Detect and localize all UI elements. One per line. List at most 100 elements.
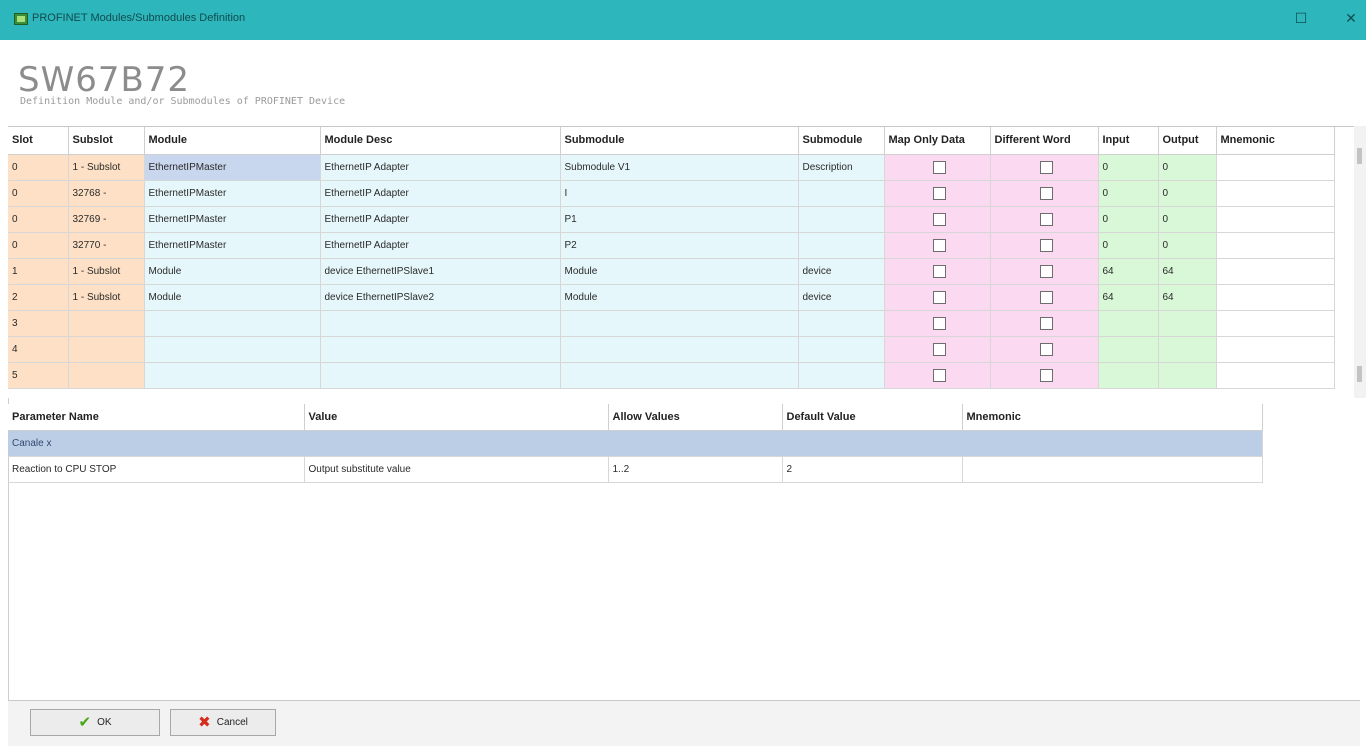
column-header[interactable]: Parameter Name xyxy=(8,404,305,431)
column-header[interactable]: Submodule xyxy=(798,127,885,155)
output-cell[interactable]: 64 xyxy=(1158,284,1217,311)
module-desc-cell[interactable] xyxy=(320,310,561,337)
map-only-data-cell[interactable] xyxy=(884,336,991,363)
parameter-default-cell[interactable]: 2 xyxy=(782,456,963,483)
submodule-cell[interactable]: I xyxy=(560,180,799,207)
different-word-checkbox[interactable] xyxy=(1039,342,1053,356)
different-word-checkbox[interactable] xyxy=(1039,316,1053,330)
subslot-cell[interactable]: 32770 - xyxy=(68,232,145,259)
submodule-desc-cell[interactable] xyxy=(798,310,885,337)
column-header[interactable]: Mnemonic xyxy=(1216,127,1335,155)
subslot-cell[interactable]: 32769 - xyxy=(68,206,145,233)
module-desc-cell[interactable]: EthernetIP Adapter xyxy=(320,180,561,207)
column-header[interactable]: Output xyxy=(1158,127,1217,155)
subslot-cell[interactable]: 32768 - xyxy=(68,180,145,207)
submodule-desc-cell[interactable] xyxy=(798,180,885,207)
module-cell[interactable]: EthernetIPMaster xyxy=(144,232,321,259)
map-only-data-checkbox[interactable] xyxy=(932,290,946,304)
cancel-button[interactable]: ✖ Cancel xyxy=(170,709,276,736)
map-only-data-checkbox[interactable] xyxy=(932,160,946,174)
close-icon[interactable]: ✕ xyxy=(1340,8,1362,30)
mnemonic-cell[interactable] xyxy=(1216,336,1335,363)
different-word-cell[interactable] xyxy=(990,284,1099,311)
different-word-checkbox[interactable] xyxy=(1039,368,1053,382)
column-header[interactable]: Subslot xyxy=(68,127,145,155)
submodule-cell[interactable]: Submodule V1 xyxy=(560,154,799,181)
module-cell[interactable] xyxy=(144,362,321,389)
submodule-cell[interactable] xyxy=(560,336,799,363)
subslot-cell[interactable] xyxy=(68,336,145,363)
slot-cell[interactable]: 1 xyxy=(8,258,69,285)
map-only-data-checkbox[interactable] xyxy=(932,238,946,252)
different-word-checkbox[interactable] xyxy=(1039,186,1053,200)
subslot-cell[interactable] xyxy=(68,310,145,337)
module-cell[interactable]: Module xyxy=(144,258,321,285)
subslot-cell[interactable]: 1 - Subslot xyxy=(68,154,145,181)
column-header[interactable]: Submodule xyxy=(560,127,799,155)
maximize-icon[interactable]: ☐ xyxy=(1290,8,1312,30)
slot-cell[interactable]: 0 xyxy=(8,206,69,233)
map-only-data-cell[interactable] xyxy=(884,284,991,311)
module-cell[interactable]: EthernetIPMaster xyxy=(144,180,321,207)
map-only-data-cell[interactable] xyxy=(884,232,991,259)
module-desc-cell[interactable]: EthernetIP Adapter xyxy=(320,206,561,233)
column-header[interactable]: Module xyxy=(144,127,321,155)
submodule-cell[interactable]: Module xyxy=(560,284,799,311)
mnemonic-cell[interactable] xyxy=(1216,154,1335,181)
parameter-group-label[interactable]: Canale x xyxy=(8,430,1263,457)
mnemonic-cell[interactable] xyxy=(1216,258,1335,285)
map-only-data-cell[interactable] xyxy=(884,310,991,337)
slot-cell[interactable]: 3 xyxy=(8,310,69,337)
submodule-cell[interactable]: P1 xyxy=(560,206,799,233)
output-cell[interactable]: 0 xyxy=(1158,206,1217,233)
column-header[interactable]: Different Word xyxy=(990,127,1099,155)
mnemonic-cell[interactable] xyxy=(1216,310,1335,337)
subslot-cell[interactable] xyxy=(68,362,145,389)
table-row[interactable]: 0 32768 - EthernetIPMaster EthernetIP Ad… xyxy=(8,180,1335,207)
submodule-desc-cell[interactable]: device xyxy=(798,284,885,311)
different-word-cell[interactable] xyxy=(990,310,1099,337)
module-desc-cell[interactable]: EthernetIP Adapter xyxy=(320,232,561,259)
table-row[interactable]: Reaction to CPU STOP Output substitute v… xyxy=(8,456,1263,483)
mnemonic-cell[interactable] xyxy=(1216,284,1335,311)
module-desc-cell[interactable]: device EthernetIPSlave2 xyxy=(320,284,561,311)
parameter-allow-cell[interactable]: 1..2 xyxy=(608,456,783,483)
different-word-cell[interactable] xyxy=(990,206,1099,233)
mnemonic-cell[interactable] xyxy=(1216,206,1335,233)
submodule-desc-cell[interactable] xyxy=(798,362,885,389)
parameter-value-cell[interactable]: Output substitute value xyxy=(304,456,609,483)
table-row[interactable]: 0 1 - Subslot EthernetIPMaster EthernetI… xyxy=(8,154,1335,181)
subslot-cell[interactable]: 1 - Subslot xyxy=(68,284,145,311)
different-word-cell[interactable] xyxy=(990,362,1099,389)
table-row[interactable]: 3 xyxy=(8,310,1335,337)
parameter-group-row[interactable]: Canale x xyxy=(8,430,1263,457)
grid-vertical-scrollbar[interactable] xyxy=(1354,126,1366,398)
map-only-data-checkbox[interactable] xyxy=(932,264,946,278)
different-word-cell[interactable] xyxy=(990,258,1099,285)
map-only-data-cell[interactable] xyxy=(884,258,991,285)
table-row[interactable]: 4 xyxy=(8,336,1335,363)
different-word-checkbox[interactable] xyxy=(1039,290,1053,304)
submodule-cell[interactable]: Module xyxy=(560,258,799,285)
mnemonic-cell[interactable] xyxy=(1216,232,1335,259)
input-cell[interactable] xyxy=(1098,336,1159,363)
submodule-desc-cell[interactable] xyxy=(798,206,885,233)
input-cell[interactable]: 0 xyxy=(1098,206,1159,233)
scrollbar-up-thumb[interactable] xyxy=(1357,148,1362,164)
map-only-data-checkbox[interactable] xyxy=(932,316,946,330)
module-cell[interactable] xyxy=(144,310,321,337)
module-desc-cell[interactable] xyxy=(320,336,561,363)
module-cell[interactable] xyxy=(144,336,321,363)
module-desc-cell[interactable]: EthernetIP Adapter xyxy=(320,154,561,181)
column-header[interactable]: Allow Values xyxy=(608,404,783,431)
submodule-desc-cell[interactable]: Description xyxy=(798,154,885,181)
output-cell[interactable]: 0 xyxy=(1158,232,1217,259)
column-header[interactable]: Map Only Data xyxy=(884,127,991,155)
column-header[interactable]: Value xyxy=(304,404,609,431)
map-only-data-cell[interactable] xyxy=(884,206,991,233)
input-cell[interactable]: 0 xyxy=(1098,180,1159,207)
mnemonic-cell[interactable] xyxy=(1216,362,1335,389)
table-row[interactable]: 2 1 - Subslot Module device EthernetIPSl… xyxy=(8,284,1335,311)
map-only-data-cell[interactable] xyxy=(884,180,991,207)
slot-cell[interactable]: 2 xyxy=(8,284,69,311)
